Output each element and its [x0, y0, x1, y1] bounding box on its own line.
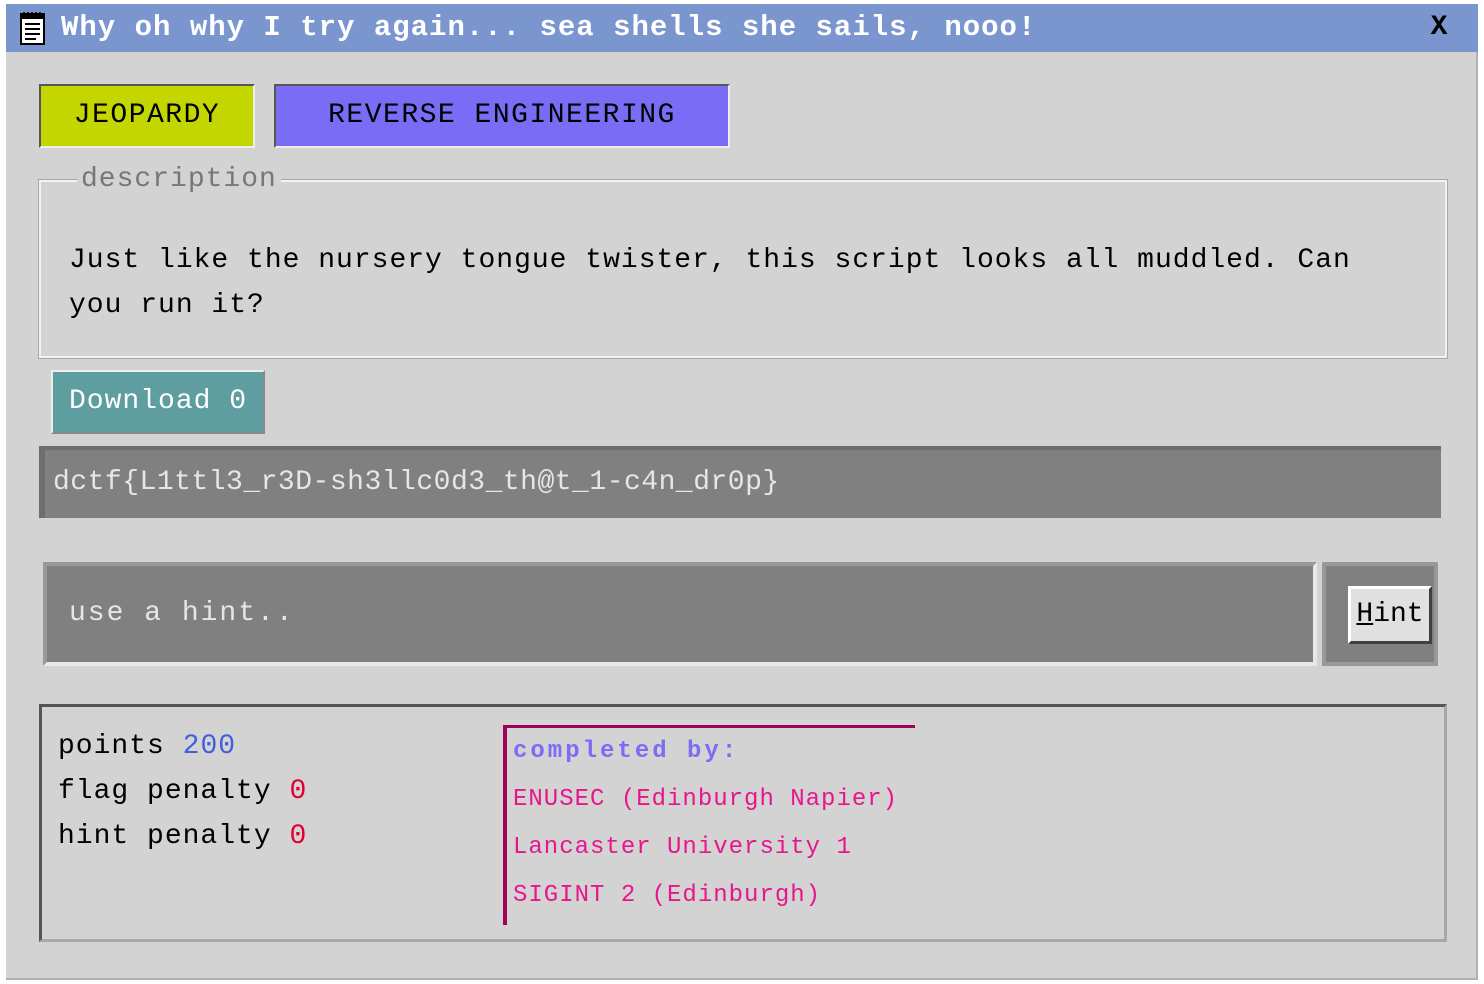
completed-team: ENUSEC (Edinburgh Napier): [513, 786, 899, 813]
tag-jeopardy: JEOPARDY: [39, 84, 255, 148]
points-row: points 200: [58, 729, 236, 765]
hint-button[interactable]: Hint: [1348, 586, 1432, 644]
points-label: points: [58, 731, 165, 762]
description-fieldset: description Just like the nursery tongue…: [38, 162, 1448, 359]
challenge-window: Why oh why I try again... sea shells she…: [6, 4, 1478, 980]
stats-panel: points 200 flag penalty 0 hint penalty 0…: [39, 704, 1447, 942]
close-button[interactable]: X: [1424, 10, 1454, 46]
points-value: 200: [182, 731, 237, 762]
flag-penalty-label: flag penalty: [58, 776, 272, 807]
hint-penalty-label: hint penalty: [58, 821, 272, 852]
completed-team: SIGINT 2 (Edinburgh): [513, 882, 822, 909]
hint-button-label: int: [1373, 599, 1424, 630]
download-button[interactable]: Download 0: [51, 370, 265, 434]
hint-penalty-value: 0: [289, 821, 308, 852]
flag-penalty-value: 0: [289, 776, 308, 807]
flag-penalty-row: flag penalty 0: [58, 774, 307, 810]
hint-button-mnemonic: H: [1356, 599, 1374, 630]
window-title: Why oh why I try again... sea shells she…: [61, 11, 1037, 44]
hint-penalty-row: hint penalty 0: [58, 819, 307, 855]
completed-by-title: completed by:: [513, 738, 740, 765]
title-bar[interactable]: Why oh why I try again... sea shells she…: [6, 4, 1478, 52]
description-text: Just like the nursery tongue twister, th…: [69, 245, 1351, 321]
flag-field[interactable]: dctf{L1ttl3_r3D-sh3llc0d3_th@t_1-c4n_dr0…: [39, 446, 1441, 518]
completed-team: Lancaster University 1: [513, 834, 852, 861]
notepad-icon: [18, 10, 48, 46]
hint-button-frame: Hint: [1322, 562, 1438, 666]
completed-by-panel: completed by: ENUSEC (Edinburgh Napier) …: [503, 725, 915, 925]
hint-input[interactable]: use a hint..: [43, 562, 1317, 666]
tag-reverse-engineering: REVERSE ENGINEERING: [274, 84, 730, 148]
description-legend: description: [77, 162, 281, 198]
